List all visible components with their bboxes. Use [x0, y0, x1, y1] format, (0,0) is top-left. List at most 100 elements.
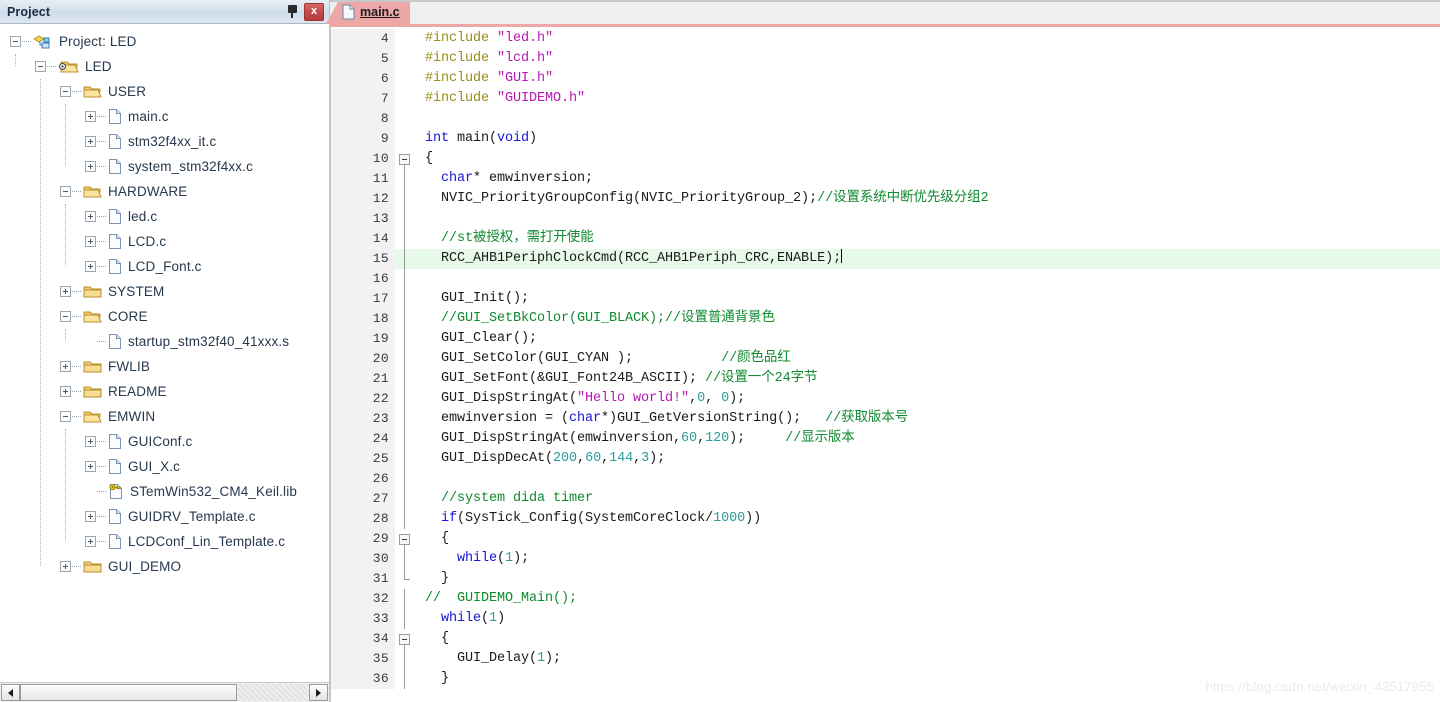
code-text[interactable]: #include "GUI.h" [417, 69, 1440, 89]
expand-icon[interactable] [85, 111, 96, 122]
scrollbar-thumb[interactable] [20, 684, 237, 701]
fold-column[interactable] [395, 489, 417, 509]
code-text[interactable]: GUI_DispStringAt(emwinversion,60,120); /… [417, 429, 1440, 449]
collapse-icon[interactable] [60, 186, 71, 197]
code-text[interactable]: #include "lcd.h" [417, 49, 1440, 69]
scroll-right-button[interactable] [309, 684, 328, 701]
code-line[interactable]: 21 GUI_SetFont(&GUI_Font24B_ASCII); //设置… [331, 369, 1440, 389]
code-line[interactable]: 28 if(SysTick_Config(SystemCoreClock/100… [331, 509, 1440, 529]
code-line[interactable]: 23 emwinversion = (char*)GUI_GetVersionS… [331, 409, 1440, 429]
fold-column[interactable] [395, 609, 417, 629]
code-editor[interactable]: 4 #include "led.h" 5 #include "lcd.h" 6 #incl… [330, 27, 1440, 702]
code-text[interactable]: //system dida timer [417, 489, 1440, 509]
tree-item-gui-demo[interactable]: GUI_DEMO [0, 554, 329, 579]
code-line[interactable]: 36 } [331, 669, 1440, 689]
code-text[interactable]: if(SysTick_Config(SystemCoreClock/1000)) [417, 509, 1440, 529]
fold-column[interactable] [395, 229, 417, 249]
code-line[interactable]: 8 [331, 109, 1440, 129]
code-line[interactable]: 16 [331, 269, 1440, 289]
code-line[interactable]: 18 //GUI_SetBkColor(GUI_BLACK);//设置普通背景色 [331, 309, 1440, 329]
fold-collapse-icon[interactable] [399, 634, 410, 645]
tab-main-c[interactable]: main.c [326, 0, 410, 24]
code-text[interactable]: GUI_SetColor(GUI_CYAN ); //颜色品红 [417, 349, 1440, 369]
tree-item-emwin[interactable]: EMWIN [0, 404, 329, 429]
expand-icon[interactable] [85, 461, 96, 472]
code-text[interactable] [417, 269, 1440, 289]
fold-column[interactable] [395, 589, 417, 609]
code-line[interactable]: 20 GUI_SetColor(GUI_CYAN ); //颜色品红 [331, 349, 1440, 369]
tree-item-startup-stm32f40-41xxx-s[interactable]: startup_stm32f40_41xxx.s [0, 329, 329, 354]
fold-column[interactable] [395, 169, 417, 189]
fold-column[interactable] [395, 369, 417, 389]
fold-column[interactable] [395, 89, 417, 109]
tree-item-guiconf-c[interactable]: GUIConf.c [0, 429, 329, 454]
code-line[interactable]: 33 while(1) [331, 609, 1440, 629]
tree-item-stemwin532-cm4-keil-lib[interactable]: STemWin532_CM4_Keil.lib [0, 479, 329, 504]
code-line[interactable]: 9 int main(void) [331, 129, 1440, 149]
tree-item-lcd-font-c[interactable]: LCD_Font.c [0, 254, 329, 279]
code-line[interactable]: 13 [331, 209, 1440, 229]
fold-column[interactable] [395, 109, 417, 129]
fold-column[interactable] [395, 69, 417, 89]
pin-button[interactable] [282, 2, 302, 22]
fold-column[interactable] [395, 329, 417, 349]
expand-icon[interactable] [85, 261, 96, 272]
collapse-icon[interactable] [35, 61, 46, 72]
code-line[interactable]: 4 #include "led.h" [331, 29, 1440, 49]
code-line[interactable]: 29 { [331, 529, 1440, 549]
code-text[interactable]: NVIC_PriorityGroupConfig(NVIC_PriorityGr… [417, 189, 1440, 209]
tree-item-readme[interactable]: README [0, 379, 329, 404]
code-text[interactable]: // GUIDEMO_Main(); [417, 589, 1440, 609]
tree-item-gui-x-c[interactable]: GUI_X.c [0, 454, 329, 479]
fold-column[interactable] [395, 149, 417, 169]
collapse-icon[interactable] [10, 36, 21, 47]
code-text[interactable]: { [417, 529, 1440, 549]
tree-item-lcdconf-lin-template-c[interactable]: LCDConf_Lin_Template.c [0, 529, 329, 554]
fold-column[interactable] [395, 509, 417, 529]
collapse-icon[interactable] [60, 411, 71, 422]
expand-icon[interactable] [85, 161, 96, 172]
code-line[interactable]: 35 GUI_Delay(1); [331, 649, 1440, 669]
code-line[interactable]: 17 GUI_Init(); [331, 289, 1440, 309]
code-text[interactable]: //st被授权，需打开使能 [417, 229, 1440, 249]
tree-item-user[interactable]: USER [0, 79, 329, 104]
code-line[interactable]: 31 } [331, 569, 1440, 589]
tree-item-led[interactable]: LED [0, 54, 329, 79]
code-text[interactable]: { [417, 149, 1440, 169]
code-line[interactable]: 6 #include "GUI.h" [331, 69, 1440, 89]
fold-column[interactable] [395, 389, 417, 409]
code-text[interactable]: } [417, 669, 1440, 689]
code-text[interactable]: GUI_Clear(); [417, 329, 1440, 349]
code-text[interactable]: //GUI_SetBkColor(GUI_BLACK);//设置普通背景色 [417, 309, 1440, 329]
code-text[interactable]: { [417, 629, 1440, 649]
code-text[interactable]: emwinversion = (char*)GUI_GetVersionStri… [417, 409, 1440, 429]
code-line[interactable]: 22 GUI_DispStringAt("Hello world!",0, 0)… [331, 389, 1440, 409]
code-line[interactable]: 24 GUI_DispStringAt(emwinversion,60,120)… [331, 429, 1440, 449]
code-text[interactable]: RCC_AHB1PeriphClockCmd(RCC_AHB1Periph_CR… [417, 249, 1440, 269]
collapse-icon[interactable] [60, 86, 71, 97]
fold-collapse-icon[interactable] [399, 534, 410, 545]
fold-column[interactable] [395, 669, 417, 689]
code-line[interactable]: 27 //system dida timer [331, 489, 1440, 509]
expand-icon[interactable] [85, 136, 96, 147]
fold-column[interactable] [395, 269, 417, 289]
expand-icon[interactable] [85, 436, 96, 447]
fold-column[interactable] [395, 129, 417, 149]
code-text[interactable]: char* emwinversion; [417, 169, 1440, 189]
code-line[interactable]: 32 // GUIDEMO_Main(); [331, 589, 1440, 609]
tree-item-lcd-c[interactable]: LCD.c [0, 229, 329, 254]
fold-column[interactable] [395, 629, 417, 649]
project-tree[interactable]: Project: LED LED USER main.c stm32f4xx_it.c s… [0, 24, 329, 682]
expand-icon[interactable] [60, 386, 71, 397]
tree-item-led-c[interactable]: led.c [0, 204, 329, 229]
horizontal-scrollbar[interactable] [0, 682, 329, 702]
code-text[interactable]: GUI_SetFont(&GUI_Font24B_ASCII); //设置一个2… [417, 369, 1440, 389]
code-line[interactable]: 26 [331, 469, 1440, 489]
code-line[interactable]: 34 { [331, 629, 1440, 649]
code-line[interactable]: 25 GUI_DispDecAt(200,60,144,3); [331, 449, 1440, 469]
code-line[interactable]: 30 while(1); [331, 549, 1440, 569]
tree-item-project-led[interactable]: Project: LED [0, 29, 329, 54]
fold-column[interactable] [395, 549, 417, 569]
tree-item-fwlib[interactable]: FWLIB [0, 354, 329, 379]
fold-column[interactable] [395, 289, 417, 309]
